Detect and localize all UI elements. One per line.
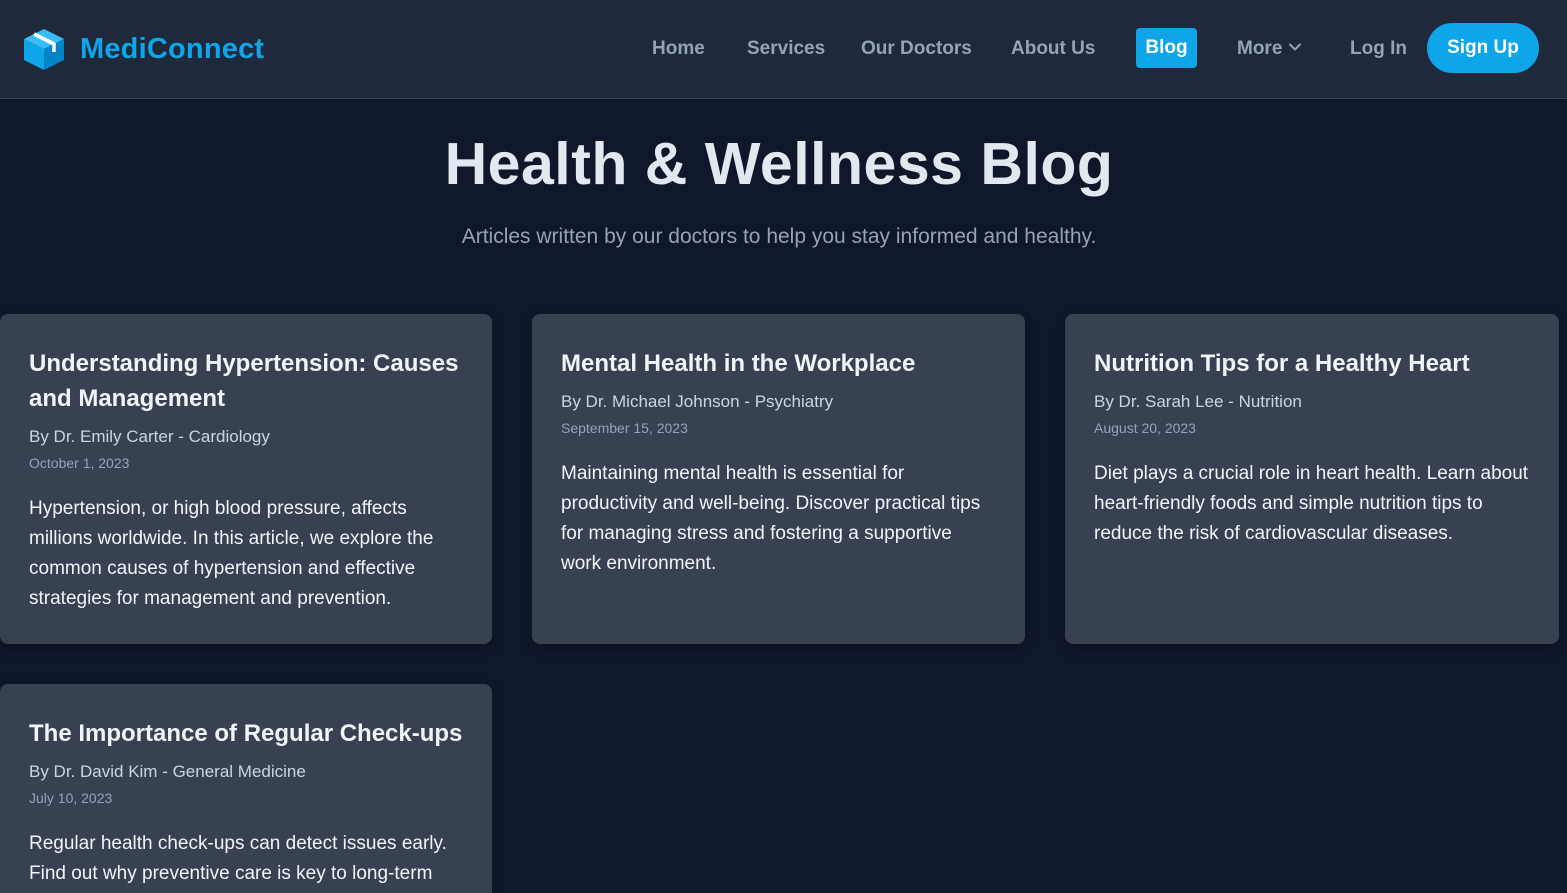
page-subtitle: Articles written by our doctors to help … [461,225,1097,248]
nav-link-blog-active[interactable]: Blog [1136,28,1197,68]
post-title[interactable]: Understanding Hypertension: Causes and M… [29,346,463,416]
page-title: Health & Wellness Blog [444,131,1114,197]
post-title[interactable]: The Importance of Regular Check-ups [29,716,463,751]
blog-post-card[interactable]: Nutrition Tips for a Healthy Heart By Dr… [1065,314,1559,644]
post-date: September 15, 2023 [561,420,688,436]
chevron-down-icon [1282,29,1302,69]
post-date: July 10, 2023 [29,790,113,806]
post-excerpt: Regular health check-ups can detect issu… [29,833,447,884]
nav-link-our-doctors[interactable]: Our Doctors [861,29,972,69]
brand-name: MediConnect [80,33,265,65]
nav-more-label: More [1237,38,1283,59]
post-excerpt: Maintaining mental health is essential f… [561,463,981,574]
login-link[interactable]: Log In [1350,29,1407,69]
post-author: By Dr. David Kim - General Medicine [29,762,306,781]
post-date: October 1, 2023 [29,455,130,471]
blog-post-card[interactable]: The Importance of Regular Check-ups By D… [0,684,492,893]
post-author: By Dr. Sarah Lee - Nutrition [1094,392,1302,411]
brand-logo[interactable]: MediConnect [22,26,264,72]
cube-icon [22,27,66,71]
post-title[interactable]: Nutrition Tips for a Healthy Heart [1094,346,1530,381]
signup-button[interactable]: Sign Up [1427,23,1539,73]
post-author: By Dr. Michael Johnson - Psychiatry [561,392,834,411]
post-excerpt: Diet plays a crucial role in heart healt… [1094,463,1529,544]
post-excerpt: Hypertension, or high blood pressure, af… [29,498,434,609]
blog-post-card[interactable]: Understanding Hypertension: Causes and M… [0,314,492,644]
post-title[interactable]: Mental Health in the Workplace [561,346,996,381]
nav-link-services[interactable]: Services [747,29,825,69]
nav-link-about-us[interactable]: About Us [1011,29,1095,69]
post-author: By Dr. Emily Carter - Cardiology [29,427,270,446]
nav-link-home[interactable]: Home [652,29,705,69]
nav-more-dropdown[interactable]: More [1237,29,1302,69]
navbar: MediConnect Home Services Our Doctors Ab… [0,0,1567,99]
blog-post-card[interactable]: Mental Health in the Workplace By Dr. Mi… [532,314,1025,644]
post-date: August 20, 2023 [1094,420,1196,436]
